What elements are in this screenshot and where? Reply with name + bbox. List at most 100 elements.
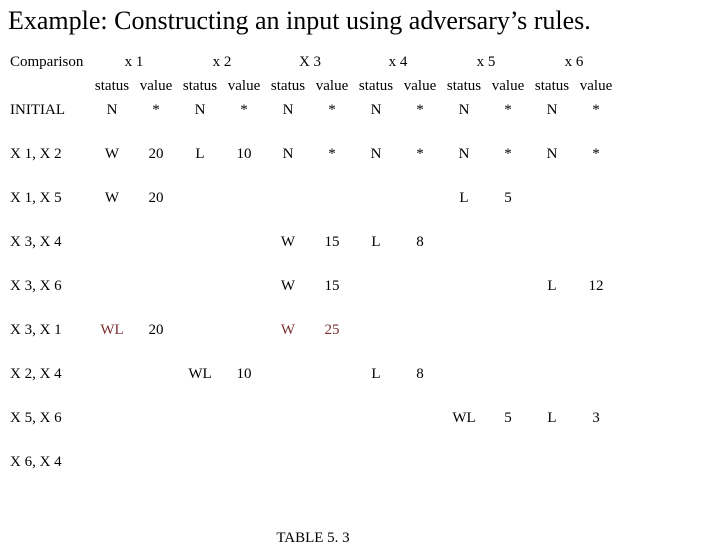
- cell-status: [354, 450, 398, 474]
- cell-value: [222, 274, 266, 298]
- cell-value: 8: [398, 230, 442, 254]
- cell-status: [530, 450, 574, 474]
- row-initial: INITIAL N * N * N * N * N * N *: [8, 98, 618, 122]
- cell-status: [266, 186, 310, 210]
- cell-status: N: [178, 98, 222, 122]
- row-x5x6: X 5, X 6 WL 5 L 3: [8, 406, 618, 430]
- cell-value: [222, 186, 266, 210]
- col-x2: x 2: [178, 50, 266, 74]
- row-label: X 2, X 4: [8, 362, 90, 386]
- cell-status: [442, 230, 486, 254]
- cell-value: 12: [574, 274, 618, 298]
- cell-status: [266, 362, 310, 386]
- col-x4: x 4: [354, 50, 442, 74]
- row-x3x4: X 3, X 4 W 15 L 8: [8, 230, 618, 254]
- cell-value: [310, 406, 354, 430]
- cell-status: [90, 406, 134, 430]
- cell-status: [266, 450, 310, 474]
- row-label: X 5, X 6: [8, 406, 90, 430]
- cell-value: 3: [574, 406, 618, 430]
- cell-value: [574, 450, 618, 474]
- cell-value: [398, 186, 442, 210]
- cell-value: 10: [222, 362, 266, 386]
- cell-value: [398, 450, 442, 474]
- subhead-status: status: [442, 74, 486, 98]
- cell-status: [530, 362, 574, 386]
- row-label: X 3, X 6: [8, 274, 90, 298]
- subhead-value: value: [486, 74, 530, 98]
- cell-value: [486, 450, 530, 474]
- col-x5: x 5: [442, 50, 530, 74]
- cell-value: [222, 318, 266, 342]
- cell-status: N: [442, 142, 486, 166]
- cell-status: WL: [442, 406, 486, 430]
- cell-status: [530, 186, 574, 210]
- adversary-table: Comparison x 1 x 2 X 3 x 4 x 5 x 6 statu…: [8, 50, 618, 550]
- cell-value: [486, 362, 530, 386]
- cell-status: WL: [178, 362, 222, 386]
- row-label: INITIAL: [8, 98, 90, 122]
- cell-status: [90, 230, 134, 254]
- subhead-status: status: [90, 74, 134, 98]
- cell-value: [486, 230, 530, 254]
- subhead-value: value: [222, 74, 266, 98]
- header-comparison: Comparison: [8, 50, 90, 74]
- cell-value: *: [310, 142, 354, 166]
- row-label: X 1, X 2: [8, 142, 90, 166]
- cell-status: N: [530, 142, 574, 166]
- cell-value: [222, 450, 266, 474]
- cell-value: [486, 274, 530, 298]
- table-subheader-row: status value status value status value s…: [8, 74, 618, 98]
- subhead-status: status: [354, 74, 398, 98]
- cell-value: [574, 318, 618, 342]
- cell-status: [178, 274, 222, 298]
- col-x6: x 6: [530, 50, 618, 74]
- cell-value: [574, 362, 618, 386]
- cell-status: [442, 450, 486, 474]
- cell-value: [310, 362, 354, 386]
- row-label: X 3, X 1: [8, 318, 90, 342]
- cell-value: [134, 362, 178, 386]
- subhead-status: status: [266, 74, 310, 98]
- cell-value: *: [486, 98, 530, 122]
- cell-value: 20: [134, 318, 178, 342]
- cell-value: *: [574, 98, 618, 122]
- cell-status: L: [354, 362, 398, 386]
- cell-value: *: [222, 98, 266, 122]
- cell-status: N: [90, 98, 134, 122]
- cell-status: [266, 406, 310, 430]
- row-x1x2: X 1, X 2 W 20 L 10 N * N * N * N *: [8, 142, 618, 166]
- cell-value: [134, 230, 178, 254]
- cell-status: [530, 230, 574, 254]
- cell-status: [178, 318, 222, 342]
- cell-value: 25: [310, 318, 354, 342]
- cell-status: N: [530, 98, 574, 122]
- col-x1: x 1: [90, 50, 178, 74]
- cell-value: [222, 230, 266, 254]
- cell-status: [354, 318, 398, 342]
- cell-value: [134, 450, 178, 474]
- subhead-value: value: [574, 74, 618, 98]
- cell-status: L: [530, 406, 574, 430]
- page: Example: Constructing an input using adv…: [0, 0, 720, 550]
- cell-status: [90, 450, 134, 474]
- cell-value: *: [486, 142, 530, 166]
- cell-status: [90, 362, 134, 386]
- cell-value: [398, 274, 442, 298]
- page-title: Example: Constructing an input using adv…: [8, 6, 712, 36]
- cell-value: 15: [310, 274, 354, 298]
- cell-value: 5: [486, 186, 530, 210]
- subhead-value: value: [134, 74, 178, 98]
- cell-value: [222, 406, 266, 430]
- cell-status: W: [90, 142, 134, 166]
- cell-status: W: [266, 274, 310, 298]
- cell-value: [574, 186, 618, 210]
- row-x3x6: X 3, X 6 W 15 L 12: [8, 274, 618, 298]
- cell-value: [574, 230, 618, 254]
- cell-value: [310, 186, 354, 210]
- cell-value: [310, 450, 354, 474]
- row-x6x4: X 6, X 4: [8, 450, 618, 474]
- cell-value: [398, 406, 442, 430]
- cell-status: N: [442, 98, 486, 122]
- row-label: X 1, X 5: [8, 186, 90, 210]
